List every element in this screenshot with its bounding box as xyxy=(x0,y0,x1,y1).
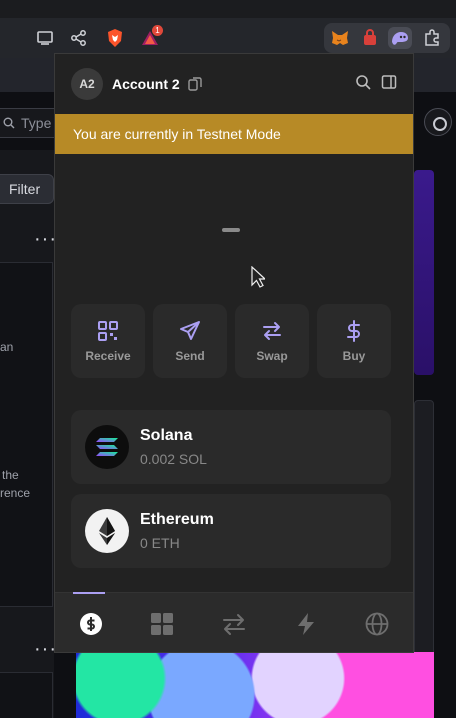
grid-icon xyxy=(151,612,174,635)
metamask-icon[interactable] xyxy=(328,27,352,49)
browser-toolbar: 1 xyxy=(0,18,456,58)
search-input[interactable]: Type xyxy=(0,108,62,138)
search-icon xyxy=(3,117,15,129)
swap-arrows-icon xyxy=(222,613,245,635)
lightning-icon xyxy=(297,612,314,635)
cast-icon[interactable] xyxy=(34,27,56,49)
tab-strip xyxy=(0,0,456,18)
search-placeholder: Type xyxy=(21,115,52,131)
bg-text-fragment: the xyxy=(2,468,19,482)
brave-shield-icon[interactable] xyxy=(104,27,126,49)
testnet-banner: You are currently in Testnet Mode xyxy=(55,114,413,154)
tab-swap[interactable] xyxy=(198,593,270,652)
bottom-tab-bar xyxy=(55,592,413,652)
balance-placeholder xyxy=(222,228,240,232)
receive-button[interactable]: Receive xyxy=(71,304,145,378)
buy-label: Buy xyxy=(342,349,366,363)
nft-artwork xyxy=(76,652,434,718)
dollar-circle-icon xyxy=(79,612,102,635)
tab-activity[interactable] xyxy=(270,593,342,652)
wallet-header: A2 Account 2 xyxy=(55,54,413,114)
search-icon[interactable] xyxy=(355,74,371,90)
solana-logo-icon xyxy=(85,425,129,469)
token-row-ethereum[interactable]: Ethereum 0 ETH xyxy=(71,494,391,568)
wallet-popup: A2 Account 2 You are currently in Testne… xyxy=(54,53,414,653)
tab-explore[interactable] xyxy=(341,593,413,652)
token-name: Ethereum xyxy=(140,511,214,528)
sidebar-toggle-icon[interactable] xyxy=(381,74,397,90)
bg-text-fragment: rence xyxy=(0,486,31,500)
dollar-icon xyxy=(347,320,360,342)
token-balance: 0.002 SOL xyxy=(140,451,207,467)
background-card xyxy=(0,672,53,718)
token-name: Solana xyxy=(140,427,193,444)
send-button[interactable]: Send xyxy=(153,304,227,378)
copy-icon[interactable] xyxy=(187,77,202,91)
rewards-badge: 1 xyxy=(152,25,163,36)
extension-red-icon[interactable] xyxy=(358,27,382,49)
buy-button[interactable]: Buy xyxy=(317,304,391,378)
swap-button[interactable]: Swap xyxy=(235,304,309,378)
phantom-icon[interactable] xyxy=(388,27,412,49)
account-name[interactable]: Account 2 xyxy=(112,76,180,92)
page-action-button[interactable] xyxy=(424,108,452,136)
filter-button[interactable]: Filter xyxy=(0,174,54,204)
ethereum-logo-icon xyxy=(85,509,129,553)
swap-label: Swap xyxy=(256,349,288,363)
token-row-solana[interactable]: Solana 0.002 SOL xyxy=(71,410,391,484)
swap-icon xyxy=(263,322,281,340)
screen: 1 Type Filter ··· an the rence ··· A2 Ac… xyxy=(0,0,456,718)
brave-rewards-icon[interactable]: 1 xyxy=(139,25,163,49)
background-card xyxy=(0,262,53,607)
share-icon[interactable] xyxy=(68,27,90,49)
action-buttons: Receive Send Swap Buy xyxy=(71,304,391,378)
extensions-puzzle-icon[interactable] xyxy=(420,27,444,49)
qr-code-icon xyxy=(98,321,118,341)
tab-tokens[interactable] xyxy=(55,592,127,652)
background-banner xyxy=(414,170,434,375)
send-icon xyxy=(180,321,200,340)
receive-label: Receive xyxy=(85,349,131,363)
extensions-group xyxy=(324,23,450,53)
token-balance: 0 ETH xyxy=(140,535,180,551)
account-avatar[interactable]: A2 xyxy=(71,68,103,100)
bg-text-fragment: an xyxy=(0,340,14,354)
mouse-cursor-icon xyxy=(251,266,265,288)
tab-collectibles[interactable] xyxy=(127,593,199,652)
filter-label: Filter xyxy=(9,181,41,197)
active-tab-indicator xyxy=(73,592,105,594)
globe-icon xyxy=(365,612,389,635)
send-label: Send xyxy=(175,349,205,363)
